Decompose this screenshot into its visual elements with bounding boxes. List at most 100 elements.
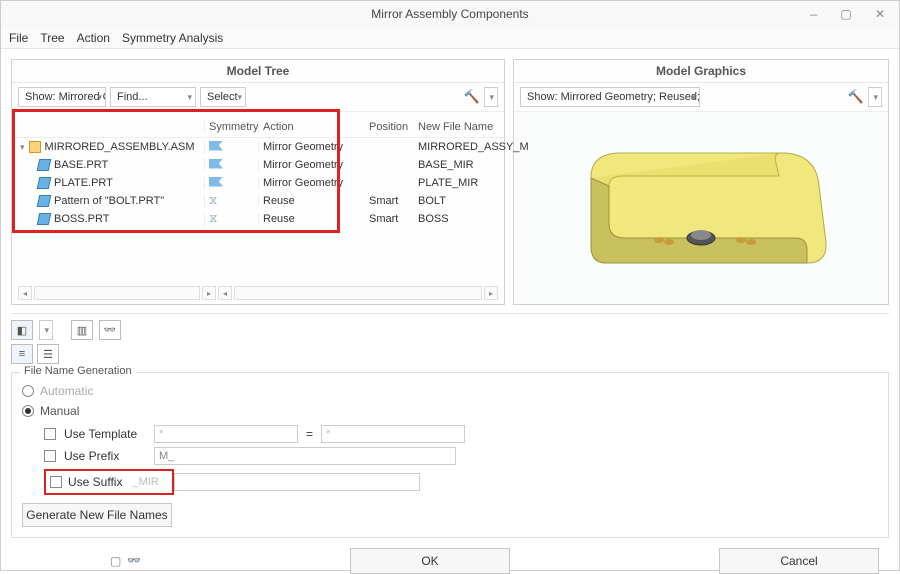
menu-action[interactable]: Action	[77, 31, 110, 45]
header-action[interactable]: Action	[258, 121, 364, 133]
footer-cube-icon[interactable]: ▢	[110, 554, 121, 568]
checkbox-use-prefix[interactable]	[44, 450, 56, 462]
graphics-show-combo[interactable]: Show: Mirrored Geometry; Reused;	[520, 87, 700, 107]
part-icon	[37, 159, 52, 171]
model-tree-title: Model Tree	[12, 60, 504, 83]
part-icon	[37, 195, 52, 207]
flag-icon	[209, 141, 223, 151]
footer-glasses-icon[interactable]: 👓	[127, 554, 141, 568]
list-sparse-icon[interactable]: ☰	[37, 344, 59, 364]
scrollbar-track[interactable]	[34, 286, 200, 300]
hourglass-icon: ⧖	[209, 194, 219, 208]
use-template-label: Use Template	[64, 427, 146, 441]
tree-headers: Symmetry Action Position New File Name	[12, 116, 504, 138]
scroll-right-icon[interactable]: ▸	[202, 286, 216, 300]
layout-split-button[interactable]: ◧	[11, 320, 33, 340]
tree-row[interactable]: BOSS.PRT ⧖ Reuse Smart BOSS	[12, 210, 504, 228]
graphics-viewport[interactable]	[514, 112, 888, 304]
node-name: BASE.PRT	[54, 159, 108, 171]
scroll-right-icon[interactable]: ▸	[484, 286, 498, 300]
node-name: BOSS.PRT	[54, 213, 109, 225]
menu-symmetry-analysis[interactable]: Symmetry Analysis	[122, 31, 223, 45]
radio-manual[interactable]: Manual	[22, 401, 878, 421]
checkbox-use-suffix[interactable]	[50, 476, 62, 488]
part-icon	[37, 213, 52, 225]
settings-hammer-icon[interactable]: 🔨	[848, 89, 864, 105]
menu-bar: File Tree Action Symmetry Analysis	[1, 27, 899, 49]
model-tree-toolbar: Show: Mirrored Ge Find... Select 🔨	[12, 83, 504, 112]
node-name: MIRRORED_ASSEMBLY.ASM	[45, 141, 195, 153]
tree-row[interactable]: ▾ MIRRORED_ASSEMBLY.ASM Mirror Geometry M…	[12, 138, 504, 156]
radio-icon[interactable]	[22, 405, 34, 417]
show-filter-combo[interactable]: Show: Mirrored Ge	[18, 87, 106, 107]
header-symmetry[interactable]: Symmetry	[204, 121, 258, 133]
newfile-cell[interactable]: MIRRORED_ASSY_M	[414, 141, 504, 153]
flag-icon	[209, 177, 223, 187]
prefix-input[interactable]	[154, 447, 456, 465]
action-cell[interactable]: Reuse	[258, 195, 364, 207]
glasses-icon[interactable]: 👓	[99, 320, 121, 340]
ok-button[interactable]: OK	[350, 548, 510, 574]
file-name-generation-group: File Name Generation Automatic Manual Us…	[11, 372, 889, 538]
layout-dropdown[interactable]	[39, 320, 53, 340]
list-dense-icon[interactable]: ≡	[11, 344, 33, 364]
tree-row[interactable]: PLATE.PRT Mirror Geometry PLATE_MIR	[12, 174, 504, 192]
newfile-cell[interactable]: PLATE_MIR	[414, 177, 504, 189]
checkbox-use-template[interactable]	[44, 428, 56, 440]
use-suffix-row: Use Suffix	[22, 469, 878, 495]
suffix-input-preview[interactable]	[128, 473, 168, 491]
template-right-input[interactable]	[321, 425, 465, 443]
assembly-icon	[29, 141, 41, 153]
header-position[interactable]: Position	[364, 120, 414, 134]
newfile-cell[interactable]: BOSS	[414, 213, 504, 225]
scroll-left-icon[interactable]: ◂	[218, 286, 232, 300]
template-left-input[interactable]	[154, 425, 298, 443]
tree-row[interactable]: Pattern of "BOLT.PRT" ⧖ Reuse Smart BOLT	[12, 192, 504, 210]
action-cell[interactable]: Mirror Geometry	[258, 177, 364, 189]
select-combo[interactable]: Select	[200, 87, 246, 107]
settings-dropdown[interactable]	[868, 87, 882, 107]
list-mode-toolbar: ≡ ☰	[1, 340, 899, 364]
flag-icon	[209, 159, 223, 169]
view-cube-icon[interactable]: ▥	[71, 320, 93, 340]
action-cell[interactable]: Mirror Geometry	[258, 141, 364, 153]
settings-dropdown[interactable]	[484, 87, 498, 107]
generate-new-file-names-button[interactable]: Generate New File Names	[22, 503, 172, 527]
hourglass-icon: ⧖	[209, 212, 219, 226]
model-tree-panel: Model Tree Show: Mirrored Ge Find... Sel…	[11, 59, 505, 305]
use-template-row: Use Template =	[22, 425, 878, 443]
action-cell[interactable]: Reuse	[258, 213, 364, 225]
use-prefix-row: Use Prefix	[22, 447, 878, 465]
highlight-annotation-2: Use Suffix	[44, 469, 174, 495]
newfile-cell[interactable]: BASE_MIR	[414, 159, 504, 171]
settings-hammer-icon[interactable]: 🔨	[464, 89, 480, 105]
header-newfile[interactable]: New File Name	[414, 121, 504, 133]
window-title: Mirror Assembly Components	[1, 7, 899, 21]
radio-label: Manual	[40, 404, 79, 418]
position-cell	[364, 146, 414, 148]
model-3d-icon	[551, 128, 851, 288]
tree-scrollbar[interactable]: ◂ ▸ ◂ ▸	[12, 282, 504, 304]
action-cell[interactable]: Mirror Geometry	[258, 159, 364, 171]
model-graphics-title: Model Graphics	[514, 60, 888, 83]
use-prefix-label: Use Prefix	[64, 449, 146, 463]
suffix-input[interactable]	[174, 473, 420, 491]
node-name: Pattern of "BOLT.PRT"	[54, 195, 164, 207]
scrollbar-track[interactable]	[234, 286, 482, 300]
graphics-toolbar: Show: Mirrored Geometry; Reused; 🔨	[514, 83, 888, 112]
triangle-collapse-icon[interactable]: ▾	[20, 142, 25, 153]
menu-tree[interactable]: Tree	[40, 31, 64, 45]
dialog-footer: ▢ 👓 OK Cancel	[1, 538, 899, 574]
find-combo[interactable]: Find...	[110, 87, 196, 107]
cancel-button[interactable]: Cancel	[719, 548, 879, 574]
newfile-cell[interactable]: BOLT	[414, 195, 504, 207]
position-cell: Smart	[364, 194, 414, 208]
position-cell	[364, 182, 414, 184]
radio-label: Automatic	[40, 384, 93, 398]
tree-row[interactable]: BASE.PRT Mirror Geometry BASE_MIR	[12, 156, 504, 174]
part-icon	[37, 177, 52, 189]
menu-file[interactable]: File	[9, 31, 28, 45]
model-graphics-panel: Model Graphics Show: Mirrored Geometry; …	[513, 59, 889, 305]
scroll-left-icon[interactable]: ◂	[18, 286, 32, 300]
fng-legend: File Name Generation	[20, 365, 136, 377]
